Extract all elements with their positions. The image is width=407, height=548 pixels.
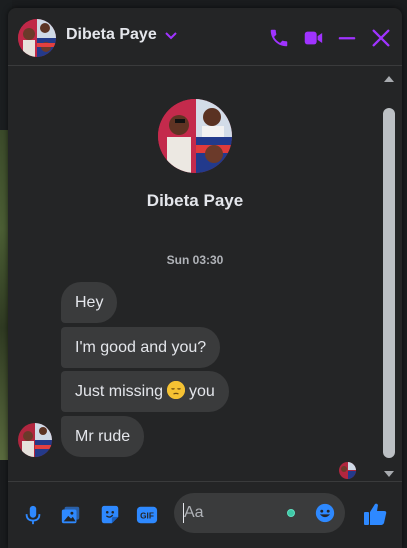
scroll-up-arrow-icon[interactable] [384,76,394,82]
sender-avatar[interactable] [18,423,52,457]
message-text: Hey [75,294,104,311]
message-text: Just missing [75,383,164,400]
phone-icon[interactable] [268,27,290,49]
close-icon[interactable] [370,27,392,49]
profile-name: Dibeta Paye [146,191,244,210]
thumbs-up-icon[interactable] [362,501,388,527]
gif-label: GIF [140,512,154,521]
chat-window: Dibeta Paye Dibeta Paye Sun 03:30 Hey I'… [8,8,402,548]
minimize-icon[interactable] [336,27,358,49]
scrollbar[interactable] [382,74,396,479]
message-timestamp: Sun 03:30 [166,253,224,267]
message-composer: GIF [8,481,402,548]
message-text: you [189,383,215,400]
contact-name-button[interactable]: Dibeta Paye [66,26,177,44]
message-list: Dibeta Paye Sun 03:30 Hey I'm good and y… [8,66,402,482]
scroll-down-arrow-icon[interactable] [384,471,394,477]
profile-avatar[interactable] [158,99,232,173]
page: Dibeta Paye Dibeta Paye Sun 03:30 Hey I'… [0,0,407,548]
message-bubble[interactable]: Hey [61,282,118,323]
video-camera-icon[interactable] [302,27,324,49]
pensive-face-emoji-icon [167,381,186,399]
image-icon[interactable] [60,504,82,526]
sticker-icon[interactable] [99,504,121,526]
scrollbar-thumb[interactable] [383,108,395,458]
seen-receipt-avatar [339,462,356,479]
message-bubble[interactable]: Just missing you [61,371,229,412]
gif-icon[interactable]: GIF [136,504,158,526]
grammar-status-dot [287,509,295,517]
message-text: Mr rude [75,428,131,445]
chevron-down-icon [165,32,177,40]
avatar[interactable] [18,19,56,57]
microphone-icon[interactable] [22,504,44,526]
contact-name: Dibeta Paye [66,26,157,43]
message-input-container[interactable] [174,493,345,533]
message-input[interactable] [184,493,279,533]
message-text: I'm good and you? [75,339,207,356]
message-bubble[interactable]: Mr rude [61,416,145,457]
chat-header: Dibeta Paye [8,8,402,66]
emoji-icon[interactable] [314,502,336,524]
message-bubble[interactable]: I'm good and you? [61,327,221,368]
